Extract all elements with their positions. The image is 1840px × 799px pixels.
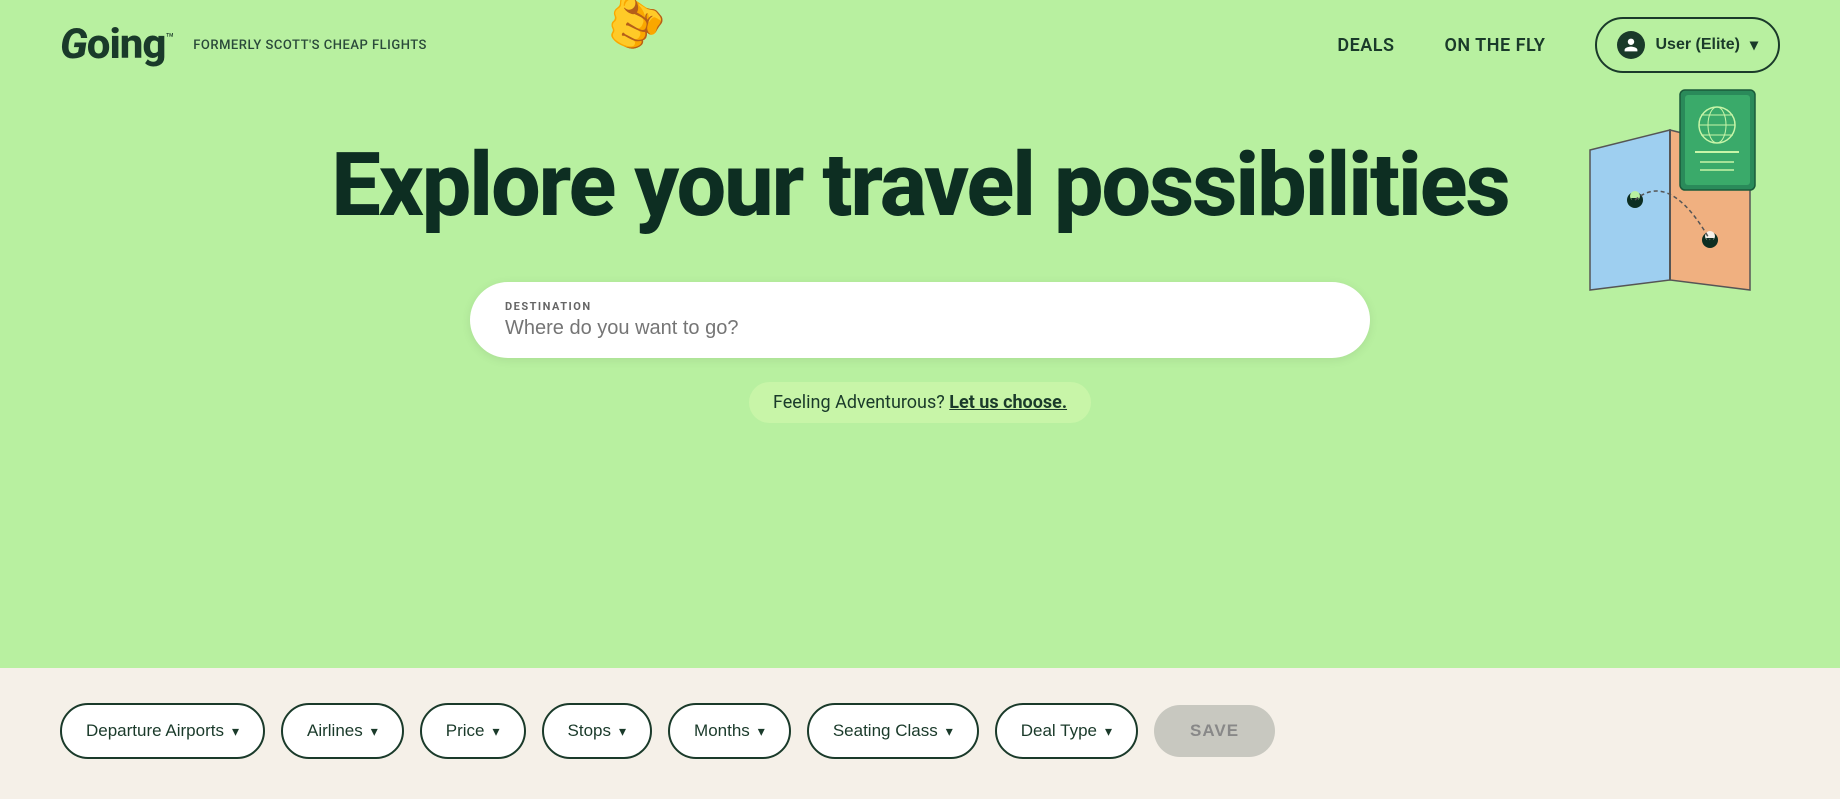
departure-airports-button[interactable]: Departure Airports ▾: [60, 703, 265, 759]
adventurous-container: Feeling Adventurous? Let us choose.: [749, 382, 1091, 423]
airlines-button[interactable]: Airlines ▾: [281, 703, 404, 759]
logo: Going™: [60, 24, 173, 66]
filters-row: Departure Airports ▾ Airlines ▾ Price ▾ …: [60, 703, 1780, 759]
chevron-down-icon: ▾: [232, 723, 239, 740]
destination-input[interactable]: [505, 317, 1335, 340]
search-label: DESTINATION: [505, 300, 1335, 313]
months-button[interactable]: Months ▾: [668, 703, 791, 759]
let-us-choose-link[interactable]: Let us choose.: [949, 392, 1067, 413]
user-label: User (Elite): [1655, 36, 1739, 54]
chevron-down-icon: ▾: [619, 723, 626, 740]
chevron-down-icon: ▾: [758, 723, 765, 740]
bottom-section: Departure Airports ▾ Airlines ▾ Price ▾ …: [0, 668, 1840, 799]
nav-deals[interactable]: DEALS: [1337, 35, 1394, 56]
adventurous-text: Feeling Adventurous? Let us choose.: [773, 392, 1067, 413]
hero-content: Explore your travel possibilities DESTIN…: [60, 140, 1780, 423]
chevron-down-icon: ▾: [946, 723, 953, 740]
navbar: Going™ FORMERLY SCOTT'S CHEAP FLIGHTS 🫵 …: [60, 0, 1780, 90]
user-menu-button[interactable]: User (Elite) ▾: [1595, 17, 1780, 73]
page-wrapper: Going™ FORMERLY SCOTT'S CHEAP FLIGHTS 🫵 …: [0, 0, 1840, 799]
save-button[interactable]: SAVE: [1154, 705, 1275, 757]
price-button[interactable]: Price ▾: [420, 703, 526, 759]
formerly-text: FORMERLY SCOTT'S CHEAP FLIGHTS: [193, 38, 427, 53]
logo-container[interactable]: Going™: [60, 24, 173, 66]
user-icon: [1617, 31, 1645, 59]
finger-icon: 🫵: [594, 0, 676, 60]
seating-class-button[interactable]: Seating Class ▾: [807, 703, 979, 759]
chevron-down-icon: ▾: [493, 723, 500, 740]
chevron-down-icon: ▾: [1105, 723, 1112, 740]
deal-type-button[interactable]: Deal Type ▾: [995, 703, 1138, 759]
passport-illustration: [1560, 80, 1780, 300]
navbar-right: DEALS ON THE FLY User (Elite) ▾: [1337, 17, 1780, 73]
hero-title: Explore your travel possibilities: [60, 140, 1780, 232]
chevron-down-icon: ▾: [371, 723, 378, 740]
navbar-left: Going™ FORMERLY SCOTT'S CHEAP FLIGHTS: [60, 24, 427, 66]
chevron-down-icon: ▾: [1750, 35, 1758, 55]
hero-section: Going™ FORMERLY SCOTT'S CHEAP FLIGHTS 🫵 …: [0, 0, 1840, 668]
nav-on-the-fly[interactable]: ON THE FLY: [1444, 35, 1545, 56]
search-container[interactable]: DESTINATION: [470, 282, 1370, 358]
stops-button[interactable]: Stops ▾: [542, 703, 653, 759]
